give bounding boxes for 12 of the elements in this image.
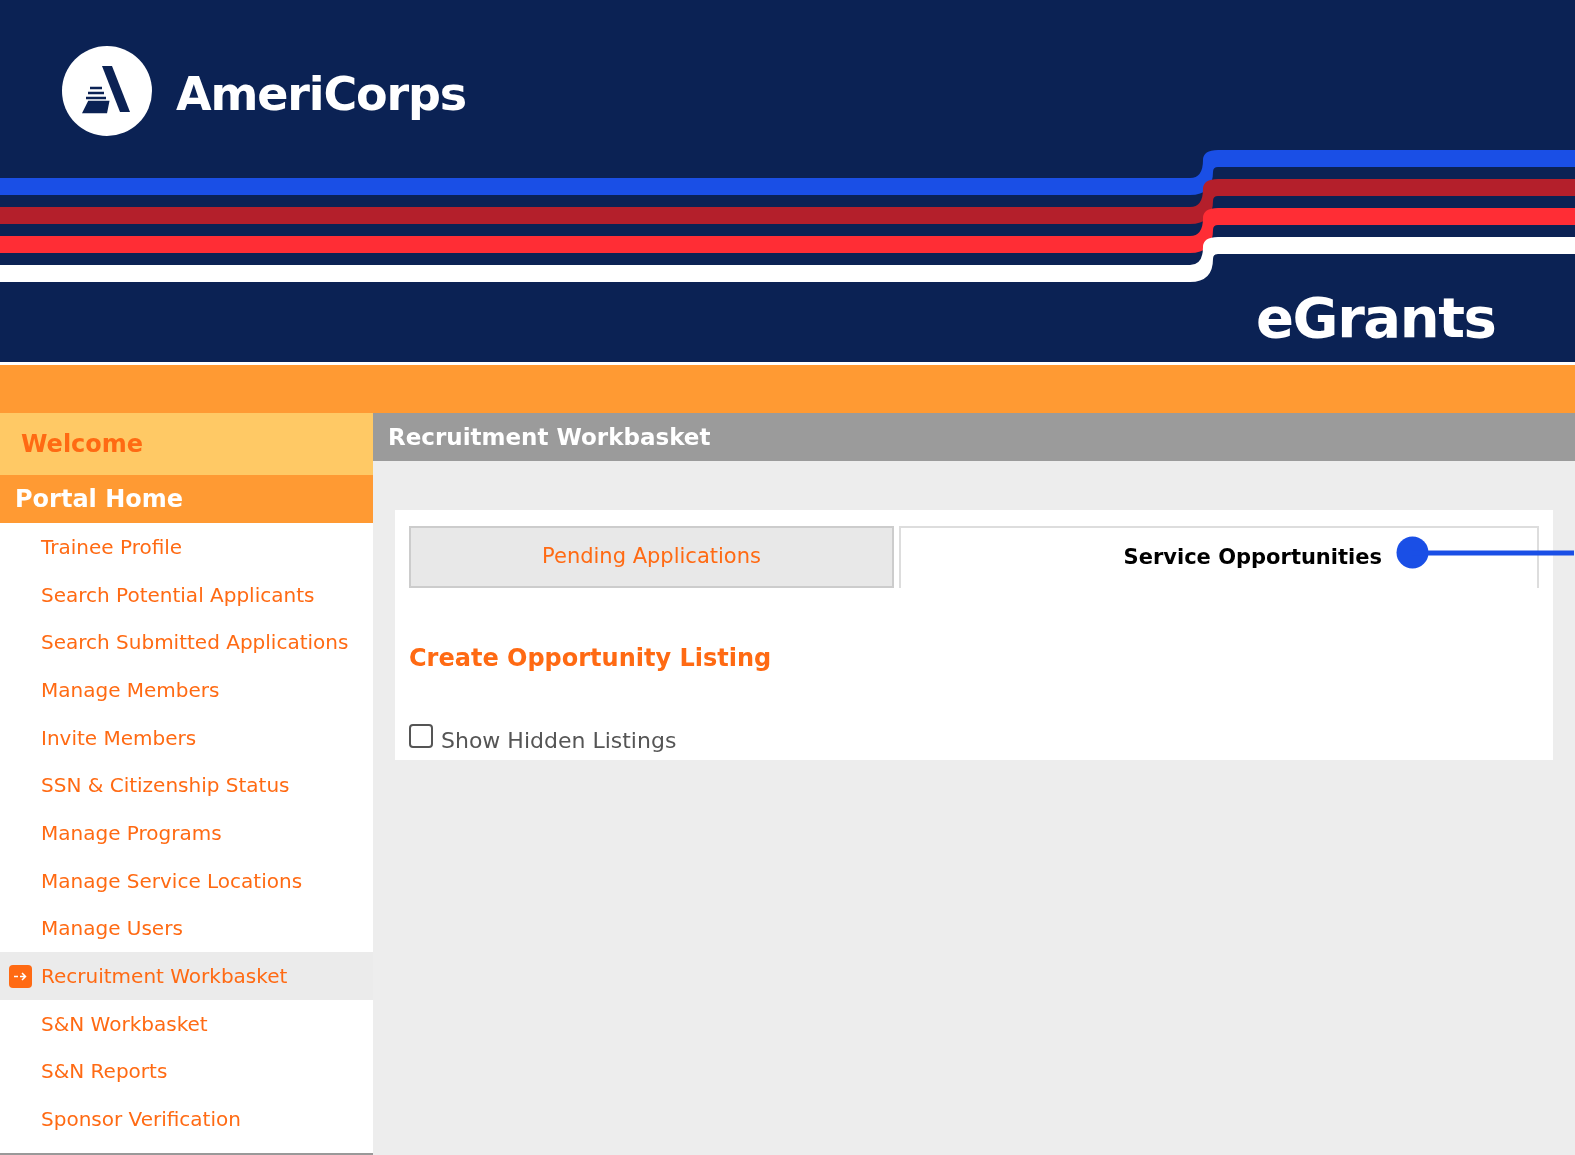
checkbox-label: Show Hidden Listings — [441, 727, 677, 755]
tab[interactable]: Service Opportunities — [899, 526, 1539, 588]
product-name: eGrants — [1256, 284, 1496, 352]
tab[interactable]: Pending Applications — [409, 526, 894, 588]
checkbox[interactable] — [409, 723, 433, 748]
logo-icon — [62, 46, 152, 136]
page-title-bar: Recruitment Workbasket — [373, 413, 1575, 461]
portal-home-heading: Portal Home — [0, 475, 373, 523]
welcome-heading: Welcome — [0, 413, 373, 475]
sidebar-link[interactable]: Recruitment Workbasket — [0, 952, 373, 1000]
create-listing-link[interactable]: Create Opportunity Listing — [409, 640, 1539, 676]
brand-name: AmeriCorps — [176, 66, 467, 123]
